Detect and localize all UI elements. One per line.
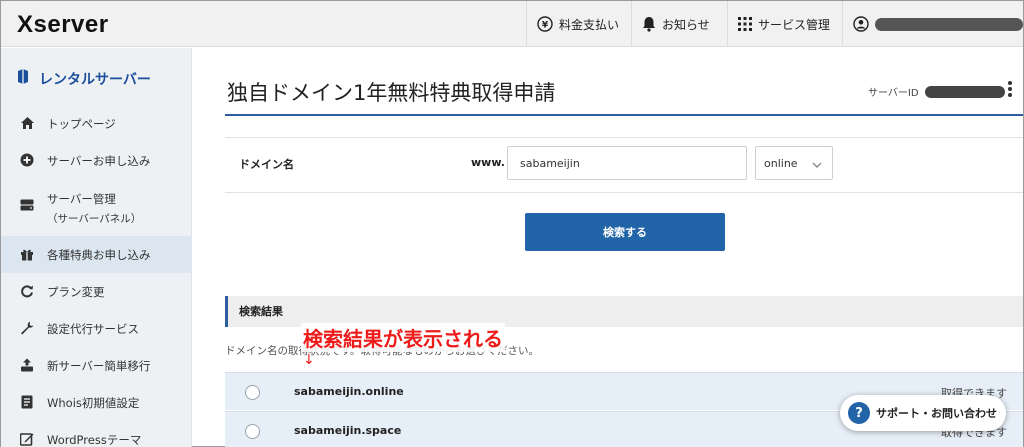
support-contact-button[interactable]: ? サポート・お問い合わせ bbox=[840, 395, 1006, 431]
sidebar-item-label: 設定代行サービス bbox=[47, 322, 139, 336]
nav-service-management[interactable]: サービス管理 bbox=[727, 1, 842, 47]
top-bar: Xserver ¥ 料金支払い お知らせ サービス管理 bbox=[1, 1, 1023, 47]
sidebar-item-special-offers[interactable]: 各種特典お申し込み bbox=[1, 236, 192, 273]
server-id: サーバーID bbox=[868, 84, 1005, 99]
sidebar-title[interactable]: レンタルサーバー bbox=[17, 68, 151, 89]
migration-icon bbox=[19, 358, 35, 372]
help-icon: ? bbox=[848, 402, 870, 424]
masked-account-name bbox=[875, 17, 1023, 31]
yen-coin-icon: ¥ bbox=[537, 16, 553, 32]
sidebar: レンタルサーバー トップページ サーバーお申し込み サーバー管理 （サーバーパネ… bbox=[1, 48, 192, 447]
nav-notice[interactable]: お知らせ bbox=[631, 1, 727, 47]
www-prefix: www. bbox=[471, 156, 505, 169]
sidebar-item-plan-change[interactable]: プラン変更 bbox=[1, 284, 192, 300]
title-divider bbox=[225, 114, 1023, 116]
sidebar-item-sublabel: （サーバーパネル） bbox=[47, 213, 142, 225]
sidebar-item-server-application[interactable]: サーバーお申し込み bbox=[1, 153, 192, 169]
sidebar-item-label: Whois初期値設定 bbox=[47, 396, 140, 410]
nav-service-label: サービス管理 bbox=[758, 17, 831, 32]
search-button[interactable]: 検索する bbox=[525, 213, 725, 251]
sidebar-item-label: WordPressテーマ bbox=[47, 433, 142, 447]
nav-notice-label: お知らせ bbox=[662, 17, 710, 32]
domain-name-label: ドメイン名 bbox=[239, 158, 294, 171]
more-options-icon[interactable] bbox=[1006, 79, 1014, 99]
user-icon bbox=[853, 16, 869, 32]
sidebar-item-wordpress-theme[interactable]: WordPressテーマ bbox=[1, 432, 192, 447]
sidebar-item-label: 各種特典お申し込み bbox=[47, 248, 151, 262]
sidebar-item-label: サーバー管理 bbox=[47, 192, 116, 206]
annotation-arrow: ↓ bbox=[303, 352, 315, 368]
document-icon bbox=[19, 395, 35, 409]
sidebar-item-text: サーバー管理 （サーバーパネル） bbox=[47, 191, 141, 226]
masked-server-id bbox=[924, 85, 1005, 98]
server-id-label: サーバーID bbox=[868, 88, 919, 99]
xserver-logo[interactable]: Xserver bbox=[17, 11, 109, 39]
page-title: 独自ドメイン1年無料特典取得申請 bbox=[227, 81, 556, 105]
result-domain: sabameijin.space bbox=[294, 424, 402, 437]
sidebar-item-setup-service[interactable]: 設定代行サービス bbox=[1, 321, 192, 337]
sidebar-title-label: レンタルサーバー bbox=[39, 71, 151, 88]
refresh-icon bbox=[19, 284, 35, 298]
tld-selected-value: online bbox=[764, 156, 798, 170]
result-radio[interactable] bbox=[245, 385, 260, 400]
sidebar-item-label: サーバーお申し込み bbox=[47, 154, 151, 168]
svg-text:¥: ¥ bbox=[542, 21, 549, 31]
sidebar-item-server-management[interactable]: サーバー管理 （サーバーパネル） bbox=[1, 191, 192, 226]
sidebar-item-server-migration[interactable]: 新サーバー簡単移行 bbox=[1, 358, 192, 374]
support-contact-label: サポート・お問い合わせ bbox=[876, 407, 997, 420]
rental-server-icon bbox=[17, 68, 29, 89]
wrench-icon bbox=[19, 321, 35, 335]
server-icon bbox=[19, 199, 35, 211]
plus-circle-icon bbox=[19, 153, 35, 167]
sidebar-item-top-page[interactable]: トップページ bbox=[1, 116, 192, 132]
domain-form-row: ドメイン名 www. online bbox=[225, 137, 1023, 193]
nav-payment-label: 料金支払い bbox=[559, 17, 620, 32]
chevron-down-icon bbox=[812, 159, 822, 172]
grid-icon bbox=[738, 17, 752, 31]
annotation-text: 検索結果が表示される bbox=[301, 323, 505, 352]
result-radio[interactable] bbox=[245, 424, 260, 439]
domain-input[interactable] bbox=[507, 146, 747, 180]
sidebar-item-label: プラン変更 bbox=[47, 285, 105, 299]
nav-payment[interactable]: ¥ 料金支払い bbox=[526, 1, 631, 47]
sidebar-item-whois[interactable]: Whois初期値設定 bbox=[1, 395, 192, 411]
bell-icon bbox=[642, 16, 656, 32]
gift-icon bbox=[19, 247, 35, 261]
result-domain: sabameijin.online bbox=[294, 385, 404, 398]
tld-select[interactable]: online bbox=[755, 146, 833, 180]
sidebar-item-label: トップページ bbox=[47, 117, 116, 131]
home-icon bbox=[19, 116, 35, 130]
sidebar-item-label: 新サーバー簡単移行 bbox=[47, 359, 151, 373]
theme-icon bbox=[19, 432, 35, 446]
nav-account[interactable] bbox=[842, 1, 1023, 47]
